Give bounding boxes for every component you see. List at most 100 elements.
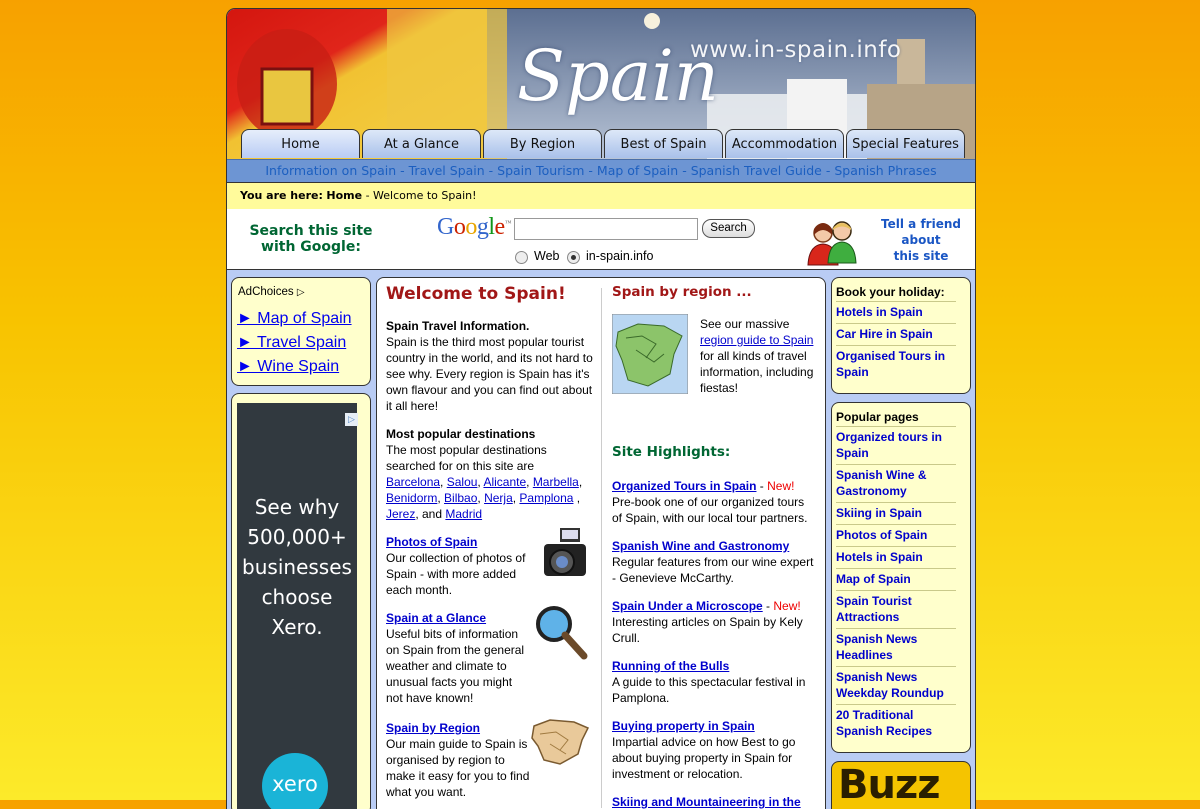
destination-link[interactable]: Bilbao: [444, 491, 477, 505]
feature-title-link[interactable]: Spain at a Glance: [386, 611, 486, 625]
adchoices-label[interactable]: AdChoices ▷: [238, 286, 305, 298]
text-ad-box: AdChoices ▷ ► Map of Spain ► Travel Spai…: [231, 277, 371, 386]
destination-link[interactable]: Madrid: [445, 507, 482, 521]
feature-title-link[interactable]: Spain by Region: [386, 721, 480, 735]
highlight-item: Running of the Bulls A guide to this spe…: [612, 658, 817, 706]
subnav-link-map[interactable]: Map of Spain: [597, 163, 678, 178]
sub-navigation: Information on Spain - Travel Spain - Sp…: [227, 159, 975, 182]
popular-link[interactable]: Spanish News Headlines: [836, 632, 917, 662]
feature-text: Our main guide to Spain is organised by …: [386, 737, 530, 799]
buzz-logo-text: Buzz: [838, 762, 941, 808]
breadcrumb-home-link[interactable]: Home: [326, 189, 362, 202]
highlight-text: Impartial advice on how Best to go about…: [612, 735, 796, 781]
breadcrumb-current: Welcome to Spain!: [373, 189, 477, 202]
highlight-item: Spanish Wine and Gastronomy Regular feat…: [612, 538, 817, 586]
search-button[interactable]: Search: [702, 219, 755, 238]
popular-link[interactable]: Skiing in Spain: [836, 506, 922, 520]
highlight-text: Interesting articles on Spain by Kely Cr…: [612, 615, 803, 645]
subnav-sep: -: [678, 163, 691, 178]
subnav-sep: -: [584, 163, 597, 178]
google-logo: Google™: [437, 214, 512, 240]
tab-at-a-glance[interactable]: At a Glance: [362, 129, 481, 158]
popular-link[interactable]: Hotels in Spain: [836, 550, 923, 564]
main-content: Welcome to Spain! Spain Travel Informati…: [376, 277, 826, 809]
highlight-title-link[interactable]: Buying property in Spain: [612, 719, 755, 733]
book-holiday-box: Book your holiday: Hotels in Spain Car H…: [831, 277, 971, 394]
ad-link-wine-spain[interactable]: ► Wine Spain: [237, 358, 339, 376]
xero-line: See why: [254, 495, 340, 519]
region-block: See our massive region guide to Spain fo…: [612, 310, 817, 406]
book-link-tours[interactable]: Organised Tours in Spain: [836, 349, 945, 379]
radio-site[interactable]: [567, 251, 580, 264]
xero-ad-banner[interactable]: ▷ See why 500,000+ businesses choose Xer…: [237, 403, 358, 809]
highlight-title-link[interactable]: Spanish Wine and Gastronomy: [612, 539, 789, 553]
ad-link-travel-spain[interactable]: ► Travel Spain: [237, 334, 346, 352]
highlight-title-link[interactable]: Organized Tours in Spain: [612, 479, 756, 493]
list-item: Spain Tourist Attractions: [836, 590, 956, 628]
search-input[interactable]: [514, 218, 698, 240]
tab-home[interactable]: Home: [241, 129, 360, 158]
breadcrumb-prefix: You are here:: [240, 189, 323, 202]
book-link-car-hire[interactable]: Car Hire in Spain: [836, 327, 933, 341]
ad-info-icon[interactable]: ▷: [345, 413, 358, 426]
subnav-link-guide[interactable]: Spanish Travel Guide: [691, 163, 822, 178]
feature-glance: Spain at a Glance Useful bits of informa…: [386, 606, 594, 718]
xero-line: Xero.: [271, 615, 323, 639]
tab-special-features[interactable]: Special Features: [846, 129, 965, 158]
magnifier-icon: [536, 606, 588, 660]
subnav-link-phrases[interactable]: Spanish Phrases: [834, 163, 936, 178]
book-link-hotels[interactable]: Hotels in Spain: [836, 305, 923, 319]
tab-by-region[interactable]: By Region: [483, 129, 602, 158]
book-holiday-list: Hotels in Spain Car Hire in Spain Organi…: [836, 301, 956, 383]
camera-icon: [544, 528, 586, 576]
destination-link[interactable]: Benidorm: [386, 491, 437, 505]
highlight-text: Regular features from our wine expert - …: [612, 555, 814, 585]
region-guide-link[interactable]: region guide to Spain: [700, 333, 813, 347]
popular-link[interactable]: Organized tours in Spain: [836, 430, 942, 460]
banner-logo: Spain: [517, 35, 719, 117]
xero-line: choose: [261, 585, 333, 609]
new-badge: New!: [767, 479, 795, 493]
destination-link[interactable]: Barcelona: [386, 475, 440, 489]
list-item: Map of Spain: [836, 568, 956, 590]
highlight-title-link[interactable]: Spain Under a Microscope: [612, 599, 763, 613]
tab-best-of-spain[interactable]: Best of Spain: [604, 129, 723, 158]
popular-link[interactable]: Map of Spain: [836, 572, 911, 586]
radio-web-label: Web: [534, 249, 560, 263]
subnav-link-information[interactable]: Information on Spain: [265, 163, 396, 178]
radio-site-label: in-spain.info: [586, 249, 654, 263]
feature-title-link[interactable]: Photos of Spain: [386, 535, 477, 549]
highlight-title-link[interactable]: Running of the Bulls: [612, 659, 729, 673]
destination-link[interactable]: Salou: [447, 475, 478, 489]
ad-link-map-of-spain[interactable]: ► Map of Spain: [237, 310, 352, 328]
tell-friend-icon[interactable]: [805, 215, 859, 267]
destination-link[interactable]: Nerja: [484, 491, 513, 505]
banner-url: www.in-spain.info: [690, 37, 902, 63]
region-heading: Spain by region ...: [612, 284, 752, 300]
popular-pages-box: Popular pages Organized tours in Spain S…: [831, 402, 971, 753]
destination-link[interactable]: Jerez: [386, 507, 415, 521]
destination-link[interactable]: Alicante: [483, 475, 526, 489]
destination-link[interactable]: Marbella: [533, 475, 579, 489]
main-right-column: Spain by region ... See our massive regi…: [612, 284, 817, 809]
popular-link[interactable]: Spanish Wine & Gastronomy: [836, 468, 927, 498]
xero-ad-text: See why 500,000+ businesses choose Xero.: [237, 492, 357, 642]
tab-accommodation[interactable]: Accommodation: [725, 129, 844, 158]
buzz-banner[interactable]: Buzz: [831, 761, 971, 809]
spain-map-thumbnail[interactable]: [612, 314, 688, 394]
xero-logo: xero: [262, 753, 328, 809]
subnav-link-tourism[interactable]: Spain Tourism: [497, 163, 584, 178]
popular-link[interactable]: 20 Traditional Spanish Recipes: [836, 708, 932, 738]
destination-link[interactable]: Pamplona: [519, 491, 573, 505]
popular-link[interactable]: Photos of Spain: [836, 528, 927, 542]
tell-friend-link[interactable]: Tell a friend about this site: [875, 216, 967, 264]
list-item: Spanish Wine & Gastronomy: [836, 464, 956, 502]
radio-web[interactable]: [515, 251, 528, 264]
highlight-title-link[interactable]: Skiing and Mountaineering in the Pyrenee…: [612, 795, 801, 809]
subnav-link-travel[interactable]: Travel Spain: [409, 163, 485, 178]
popular-link[interactable]: Spanish News Weekday Roundup: [836, 670, 944, 700]
main-left-column: Welcome to Spain! Spain Travel Informati…: [386, 284, 594, 800]
popular-link[interactable]: Spain Tourist Attractions: [836, 594, 912, 624]
subnav-sep: -: [484, 163, 498, 178]
region-text-post: for all kinds of travel information, inc…: [700, 349, 814, 395]
